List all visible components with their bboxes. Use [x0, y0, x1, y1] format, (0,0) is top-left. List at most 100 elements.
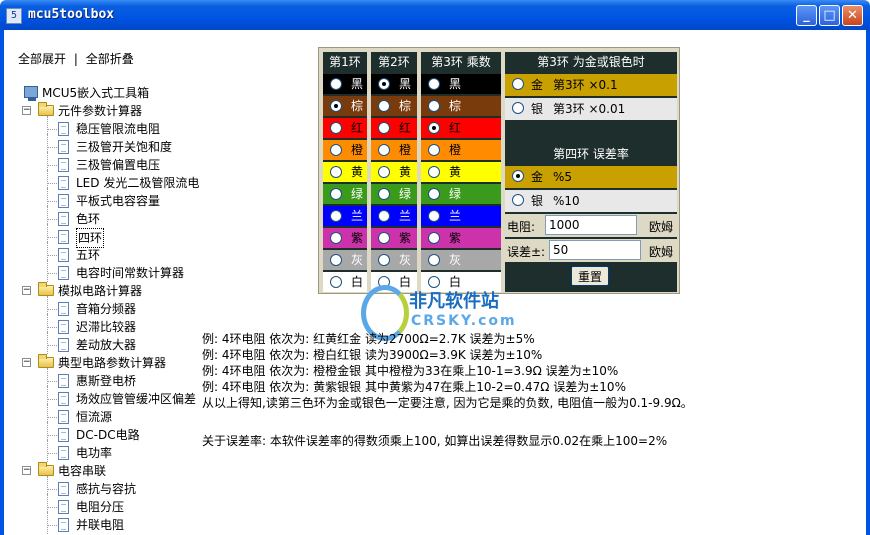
ring1-option[interactable]: 黑	[323, 74, 367, 94]
ring2-option[interactable]: 黄	[371, 162, 417, 182]
multiplier-silver-option[interactable]: 银 第3环 ×0.01	[505, 98, 677, 120]
tree-item[interactable]: LED 发光二极管限流电	[18, 170, 199, 192]
ring1-radio[interactable]	[330, 276, 342, 288]
ring3-radio[interactable]	[428, 254, 440, 266]
ring2-option[interactable]: 红	[371, 118, 417, 138]
ring3-radio[interactable]	[428, 144, 440, 156]
tree-item[interactable]: 稳压管限流电阻	[18, 116, 198, 138]
error-input[interactable]	[549, 240, 641, 260]
ring1-radio[interactable]	[330, 144, 342, 156]
tree-item[interactable]: 电阻分压	[18, 494, 198, 516]
multiplier-gold-radio[interactable]	[512, 78, 524, 90]
ring3-option[interactable]: 红	[421, 118, 501, 138]
ring2-option[interactable]: 橙	[371, 140, 417, 160]
ring1-radio[interactable]	[330, 100, 342, 112]
ring1-option[interactable]: 黄	[323, 162, 367, 182]
app-icon[interactable]: 5	[6, 8, 22, 24]
tree-item[interactable]: 迟滞比较器	[18, 314, 198, 336]
ring3-option[interactable]: 兰	[421, 206, 501, 226]
ring2-option[interactable]: 绿	[371, 184, 417, 204]
ring2-radio[interactable]	[378, 122, 390, 134]
resistance-input[interactable]	[545, 215, 637, 235]
ring1-option[interactable]: 紫	[323, 228, 367, 248]
tree-item[interactable]: 恒流源	[18, 404, 198, 426]
ring3-option[interactable]: 灰	[421, 250, 501, 270]
ring1-option[interactable]: 兰	[323, 206, 367, 226]
ring2-radio[interactable]	[378, 100, 390, 112]
ring1-option[interactable]: 灰	[323, 250, 367, 270]
ring2-radio[interactable]	[378, 210, 390, 222]
tree-item[interactable]: 五环	[18, 242, 198, 264]
multiplier-gold-option[interactable]: 金 第3环 ×0.1	[505, 74, 677, 96]
tree-item[interactable]: 感抗与容抗	[18, 476, 198, 498]
ring3-radio[interactable]	[428, 188, 440, 200]
ring2-radio[interactable]	[378, 188, 390, 200]
ring3-radio[interactable]	[428, 78, 440, 90]
tree-item[interactable]: DC-DC电路	[18, 422, 198, 444]
ring2-option[interactable]: 兰	[371, 206, 417, 226]
ring1-option[interactable]: 棕	[323, 96, 367, 116]
tree-item[interactable]: 差动放大器	[18, 332, 198, 354]
tolerance-gold-radio[interactable]	[512, 170, 524, 182]
tree-root[interactable]: MCU5嵌入式工具箱	[18, 84, 198, 102]
tolerance-silver-option[interactable]: 银 %10	[505, 190, 677, 212]
ring3-option[interactable]: 棕	[421, 96, 501, 116]
tolerance-gold-option[interactable]: 金 %5	[505, 166, 677, 188]
ring1-option[interactable]: 红	[323, 118, 367, 138]
tree-group[interactable]: − 典型电路参数计算器	[18, 354, 198, 372]
ring1-radio[interactable]	[330, 210, 342, 222]
title-bar[interactable]: 5 mcu5toolbox _ □ ✕	[0, 0, 870, 30]
tree-item[interactable]: 三极管偏置电压	[18, 152, 198, 174]
tree-item[interactable]: 电功率	[18, 440, 198, 462]
tree-group[interactable]: − 元件参数计算器	[18, 102, 198, 120]
ring1-radio[interactable]	[330, 78, 342, 90]
maximize-button[interactable]: □	[819, 5, 840, 26]
ring1-radio[interactable]	[330, 166, 342, 178]
ring2-option[interactable]: 紫	[371, 228, 417, 248]
tree-item[interactable]: 音箱分频器	[18, 296, 198, 318]
ring2-option[interactable]: 黑	[371, 74, 417, 94]
ring2-radio[interactable]	[378, 166, 390, 178]
collapse-toggle-icon[interactable]: −	[22, 106, 31, 115]
multiplier-silver-radio[interactable]	[512, 102, 524, 114]
ring2-radio[interactable]	[378, 232, 390, 244]
ring3-radio[interactable]	[428, 122, 440, 134]
ring3-radio[interactable]	[428, 100, 440, 112]
ring3-option[interactable]: 紫	[421, 228, 501, 248]
ring3-option[interactable]: 黑	[421, 74, 501, 94]
ring1-option[interactable]: 绿	[323, 184, 367, 204]
tree-item[interactable]: 并联电阻	[18, 512, 198, 534]
tree-item[interactable]: 惠斯登电桥	[18, 368, 198, 390]
close-button[interactable]: ✕	[842, 5, 863, 26]
collapse-toggle-icon[interactable]: −	[22, 358, 31, 367]
tree-group[interactable]: − 电容串联	[18, 462, 198, 480]
ring2-option[interactable]: 棕	[371, 96, 417, 116]
reset-button[interactable]: 重置	[571, 266, 609, 286]
tree-item[interactable]: 色环	[18, 206, 198, 228]
ring3-option[interactable]: 绿	[421, 184, 501, 204]
ring1-radio[interactable]	[330, 122, 342, 134]
tolerance-silver-radio[interactable]	[512, 194, 524, 206]
expand-all-link[interactable]: 全部展开	[18, 52, 66, 66]
collapse-toggle-icon[interactable]: −	[22, 286, 31, 295]
tree-item[interactable]: 平板式电容容量	[18, 188, 198, 210]
ring3-radio[interactable]	[428, 166, 440, 178]
ring2-radio[interactable]	[378, 254, 390, 266]
minimize-button[interactable]: _	[796, 5, 817, 26]
ring3-option[interactable]: 黄	[421, 162, 501, 182]
ring2-radio[interactable]	[378, 144, 390, 156]
collapse-all-link[interactable]: 全部折叠	[86, 52, 134, 66]
tree-item[interactable]: 三极管开关饱和度	[18, 134, 198, 156]
ring3-radio[interactable]	[428, 210, 440, 222]
tree-item[interactable]: 场效应管管缓冲区偏差	[18, 386, 198, 408]
tree-group[interactable]: − 模拟电路计算器	[18, 282, 198, 300]
ring2-option[interactable]: 灰	[371, 250, 417, 270]
ring1-radio[interactable]	[330, 232, 342, 244]
ring3-option[interactable]: 橙	[421, 140, 501, 160]
ring3-radio[interactable]	[428, 232, 440, 244]
ring1-radio[interactable]	[330, 188, 342, 200]
tree-item[interactable]: 四环	[18, 224, 198, 248]
tree-item[interactable]: 电容时间常数计算器	[18, 260, 198, 282]
collapse-toggle-icon[interactable]: −	[22, 466, 31, 475]
ring2-radio[interactable]	[378, 78, 390, 90]
